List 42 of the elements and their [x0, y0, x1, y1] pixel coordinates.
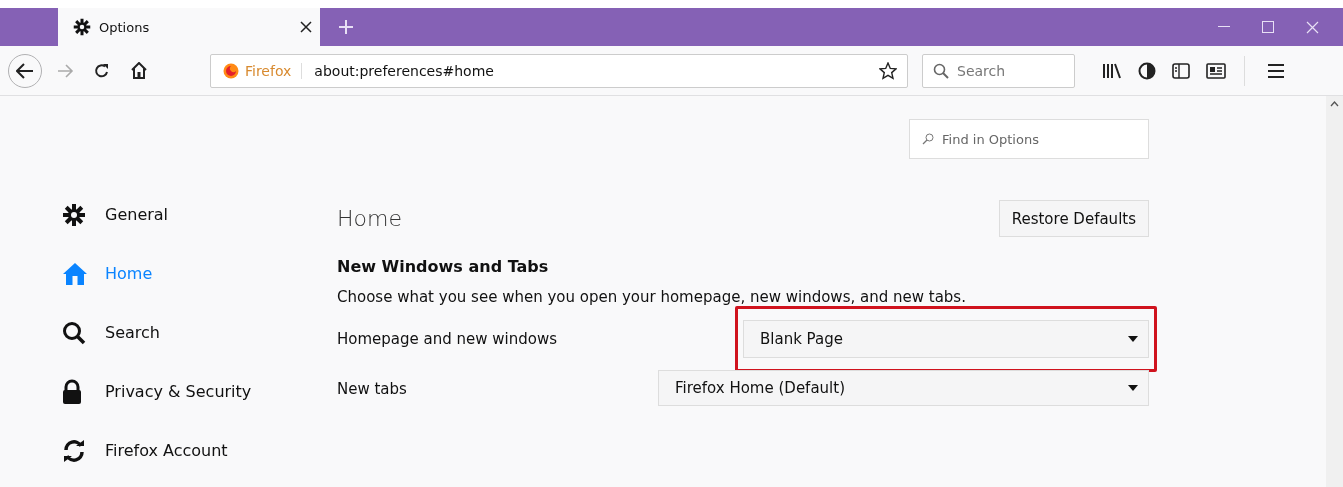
- menu-icon[interactable]: [1268, 63, 1284, 78]
- browser-tab[interactable]: Options: [58, 8, 320, 46]
- page-title: Home: [337, 206, 402, 231]
- address-bar[interactable]: Firefox about:preferences#home: [210, 53, 908, 88]
- back-button[interactable]: [8, 53, 42, 88]
- find-field[interactable]: Find in Options: [909, 119, 1149, 159]
- sidebar-item[interactable]: Firefox Account: [62, 437, 337, 464]
- sidebar-item[interactable]: Privacy & Security: [62, 378, 337, 405]
- caret-icon: [1128, 336, 1138, 342]
- library-icon[interactable]: [1102, 62, 1122, 79]
- dropdown[interactable]: Firefox Home (Default): [658, 370, 1149, 406]
- gear-icon: [73, 18, 91, 36]
- search-field[interactable]: Search: [922, 53, 1075, 88]
- section-title: New Windows and Tabs: [337, 257, 550, 276]
- home-icon[interactable]: [130, 62, 148, 79]
- identity-label: Firefox: [245, 62, 303, 79]
- minimize-icon[interactable]: [1218, 26, 1230, 28]
- home-icon: [62, 261, 88, 286]
- sync-icon: [62, 438, 86, 463]
- arrow-icon: [16, 62, 34, 79]
- sidebar-item[interactable]: Search: [62, 319, 337, 346]
- star-icon[interactable]: [879, 61, 897, 80]
- sidebar-item[interactable]: General: [62, 201, 337, 228]
- lock-icon: [62, 378, 82, 405]
- search-icon: [62, 320, 86, 345]
- browser-logo-icon: [223, 62, 239, 79]
- close-icon[interactable]: [300, 21, 312, 33]
- setting-label: New tabs: [337, 380, 407, 398]
- gear-icon: [62, 202, 86, 227]
- sidebar-icon[interactable]: [1172, 62, 1190, 79]
- caret-icon: [1128, 385, 1138, 391]
- maximize-icon[interactable]: [1262, 21, 1274, 33]
- reload-icon[interactable]: [94, 62, 110, 79]
- restore-defaults-button[interactable]: Restore Defaults: [998, 200, 1149, 237]
- setting-label: Homepage and new windows: [337, 330, 557, 348]
- search-icon: [933, 62, 949, 79]
- reader-icon[interactable]: [1206, 62, 1226, 79]
- search-icon: [922, 133, 934, 145]
- new-tab-icon[interactable]: [338, 19, 354, 35]
- section-description: Choose what you see when you open your homepage, new windows, and new tabs.: [337, 288, 967, 306]
- url-text: about:preferences#home: [314, 62, 495, 79]
- dropdown[interactable]: Blank Page: [743, 320, 1149, 358]
